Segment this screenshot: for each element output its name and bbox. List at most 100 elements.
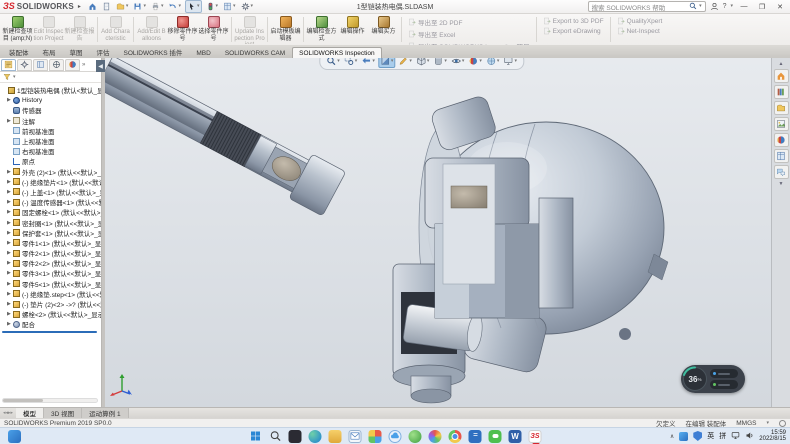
search-icon[interactable] — [689, 2, 697, 12]
tree-item[interactable]: ▶(-) 绝缘垫.step<1> (默认<<默认 — [0, 289, 101, 299]
tree-item[interactable]: ▶History — [0, 95, 101, 105]
pane-scroll-down-icon[interactable]: ▼ — [779, 181, 784, 187]
tree-item[interactable]: ▶保护套<1> (默认<<默认>_显示状态 — [0, 228, 101, 238]
3d-viewport[interactable]: ◀ ▾▾▾▾▾▾▾▾▾▾▾ — [105, 58, 771, 407]
tree-item[interactable]: ▶螺栓<2> (默认<<默认>_显示状态 — [0, 309, 101, 319]
zoom-widget[interactable]: 36% — [681, 365, 745, 393]
tree-filter[interactable]: ▾ — [0, 72, 101, 83]
tree-item[interactable]: ▶零件2<2> (默认<<默认>_显示状态 — [0, 258, 101, 268]
tab-solidworks-inspection[interactable]: SOLIDWORKS Inspection — [292, 47, 382, 58]
zoom-percent-dial[interactable]: 36% — [683, 367, 707, 391]
search-scope-caret-icon[interactable]: ▾ — [699, 4, 702, 9]
select-balloons-button[interactable]: 选择零件序号 — [198, 15, 229, 44]
tree-item[interactable]: ▶零件1<1> (默认<<默认>_显示状态 — [0, 238, 101, 248]
dimxpert-tab[interactable] — [49, 59, 64, 71]
tab-solidworks-cam[interactable]: SOLIDWORKS CAM — [218, 47, 292, 58]
edit-vendors-button[interactable]: 编辑买方 — [368, 15, 399, 44]
edit-operations-button[interactable]: 编辑操作 — [337, 15, 368, 44]
wechat-icon[interactable] — [489, 430, 502, 443]
file-explorer-icon[interactable] — [329, 430, 342, 443]
tab-solidworks-插件[interactable]: SOLIDWORKS 插件 — [117, 44, 190, 58]
start-icon[interactable] — [249, 430, 262, 443]
green-app-icon[interactable] — [409, 430, 422, 443]
features-tree-tab[interactable] — [1, 59, 16, 71]
tab-布局[interactable]: 布局 — [36, 44, 63, 58]
tray-shield-icon[interactable] — [693, 431, 702, 441]
undo-icon[interactable]: ▾ — [167, 1, 182, 12]
tree-item[interactable]: ▶外壳 (2)<1> (默认<<默认>_显示状 — [0, 167, 101, 177]
rebuild-icon[interactable]: ▾ — [205, 1, 220, 12]
template-editor-button[interactable]: 启动模板编辑器 — [270, 15, 301, 44]
widget-button-bottom[interactable] — [710, 380, 738, 389]
doc-tab-2[interactable]: 3D 视图 — [44, 408, 82, 418]
print-icon[interactable]: ▾ — [150, 1, 165, 12]
tab-草图[interactable]: 草图 — [63, 44, 90, 58]
tree-item[interactable]: ▶零件3<1> (默认<<默认>_显示状态 — [0, 268, 101, 278]
save-icon[interactable]: ▾ — [132, 1, 147, 12]
tray-chevron-icon[interactable]: ∧ — [670, 433, 674, 440]
ime-mode[interactable]: 拼 — [719, 431, 726, 441]
close-button[interactable]: ✕ — [773, 3, 787, 11]
doc-tab-1[interactable]: 模型 — [16, 408, 44, 418]
tab-装配体[interactable]: 装配体 — [2, 44, 36, 58]
home-icon[interactable] — [87, 1, 98, 12]
model-3d[interactable] — [105, 58, 771, 407]
help-search-input[interactable]: 搜索 SOLIDWORKS 帮助 ▾ — [588, 1, 706, 12]
edit-methods-button[interactable]: 编辑检查方式 — [306, 15, 337, 44]
dictionary-icon[interactable] — [469, 430, 482, 443]
color-wheel-app-icon[interactable] — [429, 430, 442, 443]
sign-in-icon[interactable] — [710, 2, 719, 11]
minimize-button[interactable]: — — [737, 3, 751, 10]
new-document-icon[interactable] — [101, 1, 112, 12]
tree-item[interactable]: ▶固定螺栓<1> (默认<<默认>_显示状 — [0, 207, 101, 217]
new-project-button[interactable]: 新建检查项目 (amp;N) — [2, 15, 33, 44]
tree-item[interactable]: ▶零件2<1> (默认<<默认>_显示状态 — [0, 248, 101, 258]
tab-mbd[interactable]: MBD — [189, 47, 217, 58]
configurations-tab[interactable] — [33, 59, 48, 71]
solidworks-icon[interactable]: ЗS — [529, 430, 542, 443]
custom-properties-button[interactable] — [774, 149, 789, 163]
collapse-panel-arrow[interactable]: ◀ — [96, 60, 105, 72]
photos-icon[interactable] — [369, 430, 382, 443]
chrome-icon[interactable] — [449, 430, 462, 443]
tree-item[interactable]: ▶(-) 上盖<1> (默认<<默认>_显示状 — [0, 187, 101, 197]
tree-item[interactable]: 原点 — [0, 156, 101, 166]
options-gear-icon[interactable]: ▾ — [240, 1, 255, 12]
scrollbar-thumb[interactable] — [3, 399, 43, 402]
word-icon[interactable]: W — [509, 430, 522, 443]
status-units-dropdown[interactable]: MMGS — [736, 420, 756, 427]
mail-icon[interactable] — [349, 430, 362, 443]
taskbar-clock[interactable]: 15:59 2022/8/15 — [759, 430, 786, 443]
widgets-icon[interactable] — [8, 430, 21, 443]
rollback-bar[interactable] — [2, 331, 97, 333]
tree-item[interactable]: 上视基准面 — [0, 136, 101, 146]
remove-balloons-button[interactable]: 移除零件序号 — [167, 15, 198, 44]
tree-item[interactable]: ▶配合 — [0, 319, 101, 329]
file-explorer-button[interactable] — [774, 101, 789, 115]
select-arrow-icon[interactable]: ▾ — [185, 0, 202, 13]
dark-app-icon[interactable] — [289, 430, 302, 443]
pane-scroll-up-icon[interactable]: ▲ — [779, 61, 784, 67]
display-manager-tab[interactable] — [65, 59, 80, 71]
edge-icon[interactable] — [309, 430, 322, 443]
tree-item[interactable]: ▶注解 — [0, 116, 101, 126]
units-caret-icon[interactable]: ▾ — [766, 421, 769, 426]
tree-h-scrollbar[interactable] — [2, 398, 98, 403]
design-library-button[interactable] — [774, 85, 789, 99]
search-icon[interactable] — [269, 430, 282, 443]
logo-flyout-icon[interactable]: ▸ — [78, 3, 81, 10]
ime-language[interactable]: 英 — [707, 431, 714, 441]
tabs-overflow-icon[interactable]: » — [82, 62, 85, 68]
cloud-app-icon[interactable] — [389, 430, 402, 443]
tree-item[interactable]: 1型铠装热电偶 (默认<默认_显示状态-1> — [0, 85, 101, 95]
forum-button[interactable] — [774, 165, 789, 179]
tab-评估[interactable]: 评估 — [90, 44, 117, 58]
doc-tab-3[interactable]: 运动算例 1 — [82, 408, 128, 418]
doc-tabs-nav[interactable]: ◂◂▸▸ — [0, 408, 16, 418]
tree-item[interactable]: ▶(-) 垫片 (2)<2> ->? (默认<<默认 — [0, 299, 101, 309]
view-palette-button[interactable] — [774, 117, 789, 131]
tree-item[interactable]: ▶零件5<1> (默认<<默认>_显示状态 — [0, 279, 101, 289]
property-manager-tab[interactable] — [17, 59, 32, 71]
widget-button-top[interactable] — [710, 369, 738, 378]
help-caret-icon[interactable]: ▾ — [730, 4, 733, 9]
